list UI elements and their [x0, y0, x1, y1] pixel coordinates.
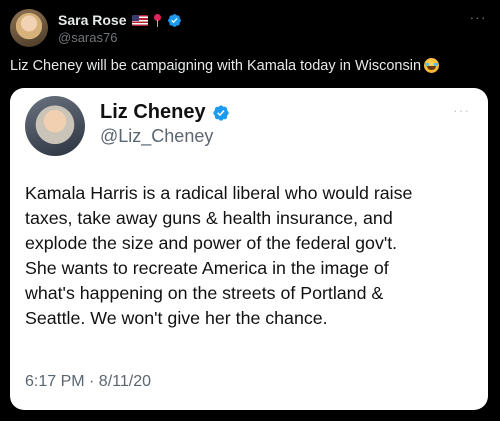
- embedded-body-line: what's happening on the streets of Portl…: [25, 283, 384, 303]
- embedded-author-name: Liz Cheney: [100, 101, 206, 123]
- embedded-more-options-icon: ···: [453, 102, 470, 118]
- rose-pin-icon: [153, 13, 162, 27]
- embedded-body-line: Kamala Harris is a radical liberal who w…: [25, 183, 413, 203]
- author-handle[interactable]: @saras76: [58, 30, 117, 45]
- embedded-body-line: She wants to recreate America in the ima…: [25, 258, 389, 278]
- author-row: Sara Rose: [58, 11, 182, 29]
- tears-of-joy-emoji-icon: [424, 58, 440, 73]
- embedded-verified-badge-icon: [212, 104, 229, 121]
- post: Sara Rose @saras76 ··· Liz Cheney will b…: [0, 0, 500, 421]
- embedded-body-line: Seattle. We won't give her the chance.: [25, 308, 328, 328]
- embedded-author-avatar: [25, 96, 85, 156]
- embedded-author-handle: @Liz_Cheney: [100, 126, 214, 146]
- us-flag-icon: [132, 14, 149, 26]
- embedded-body-line: explode the size and power of the federa…: [25, 233, 398, 253]
- embedded-tweet-image[interactable]: Liz Cheney @Liz_Cheney ··· Kamala Harris…: [10, 88, 488, 410]
- author-name[interactable]: Sara Rose: [58, 12, 126, 28]
- embedded-author-row: Liz Cheney: [100, 101, 230, 124]
- verified-badge-icon: [168, 13, 182, 27]
- embedded-body-line: taxes, take away guns & health insurance…: [25, 208, 393, 228]
- post-text: Liz Cheney will be campaigning with Kama…: [10, 58, 440, 74]
- post-text-content: Liz Cheney will be campaigning with Kama…: [10, 58, 422, 74]
- more-options-icon[interactable]: ···: [468, 10, 488, 24]
- embedded-timestamp: 6:17 PM · 8/11/20: [25, 373, 151, 390]
- embedded-tweet-body: Kamala Harris is a radical liberal who w…: [25, 181, 480, 331]
- author-avatar[interactable]: [10, 9, 48, 47]
